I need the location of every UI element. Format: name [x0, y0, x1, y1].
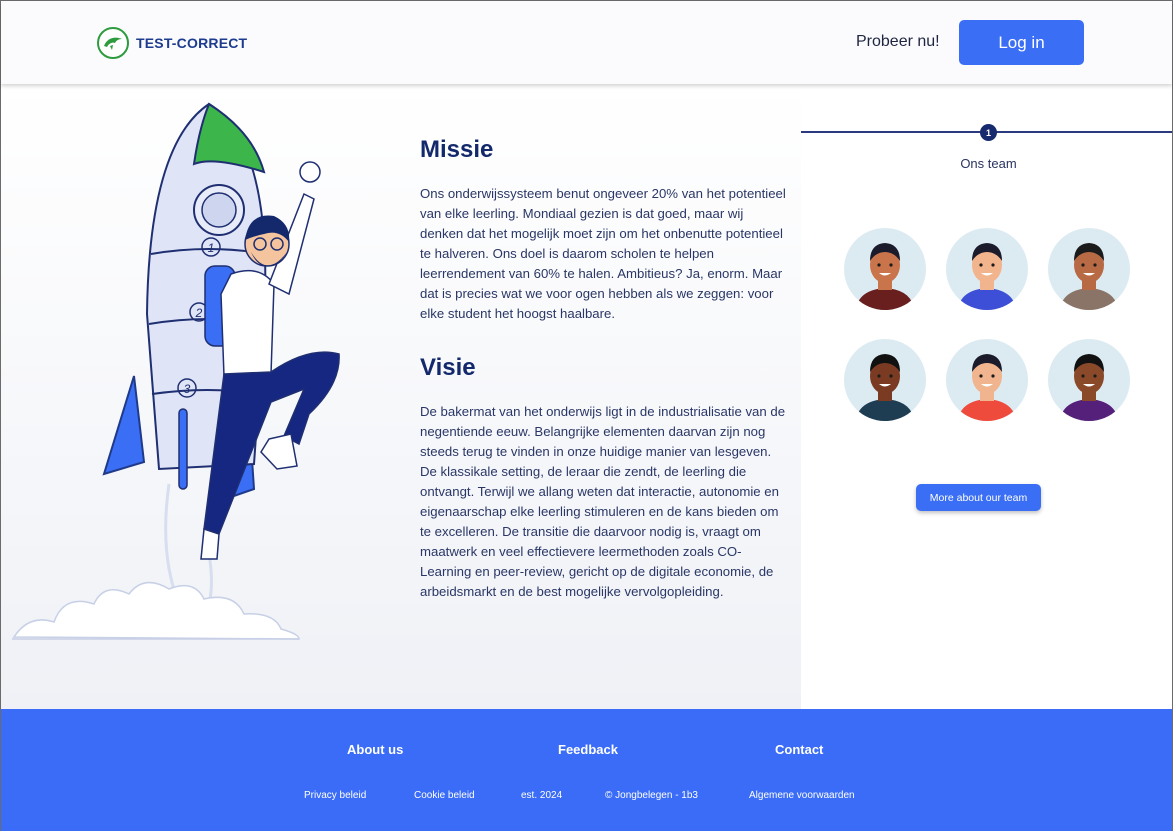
- dolphin-logo-icon: [97, 27, 129, 59]
- mission-text: Ons onderwijssysteem benut ongeveer 20% …: [420, 186, 786, 321]
- team-avatar[interactable]: [844, 228, 926, 310]
- vision-text: De bakermat van het onderwijs ligt in de…: [420, 404, 786, 599]
- footer-about-us[interactable]: About us: [347, 742, 403, 757]
- more-about-team-button[interactable]: More about our team: [916, 484, 1041, 511]
- hero-section: 1 2 3 Missie Ons onderwijssysteem benut …: [1, 84, 801, 709]
- team-avatar[interactable]: [1048, 228, 1130, 310]
- step-indicator[interactable]: 1: [980, 124, 997, 141]
- footer: About us Feedback Contact Privacy beleid…: [1, 709, 1172, 831]
- logo[interactable]: TEST-CORRECT: [97, 27, 247, 59]
- team-title: Ons team: [960, 156, 1017, 171]
- team-avatar[interactable]: [946, 339, 1028, 421]
- copyright-text: © Jongbelegen - 1b3: [605, 790, 698, 801]
- footer-feedback[interactable]: Feedback: [558, 742, 618, 757]
- cookie-link[interactable]: Cookie beleid: [414, 790, 475, 801]
- privacy-link[interactable]: Privacy beleid: [304, 790, 366, 801]
- logo-text: TEST-CORRECT: [136, 35, 248, 51]
- rocket-step-3: 3: [184, 382, 191, 396]
- try-now-link[interactable]: Probeer nu!: [856, 33, 940, 51]
- mission-title: Missie: [420, 136, 494, 163]
- rocket-illustration: 1 2 3: [12, 102, 340, 640]
- mission-vision-text: Missie Ons onderwijssysteem benut ongeve…: [420, 136, 790, 602]
- team-avatar[interactable]: [946, 228, 1028, 310]
- footer-contact[interactable]: Contact: [775, 742, 823, 757]
- top-navbar: TEST-CORRECT Probeer nu! Log in: [1, 1, 1172, 84]
- team-avatar[interactable]: [844, 339, 926, 421]
- vision-title: Visie: [420, 354, 476, 381]
- login-button[interactable]: Log in: [959, 20, 1084, 65]
- rocket-step-2: 2: [195, 306, 203, 320]
- team-section: 1 Ons team More about our team: [801, 84, 1172, 709]
- rocket-step-1: 1: [208, 241, 215, 255]
- terms-link[interactable]: Algemene voorwaarden: [749, 790, 855, 801]
- team-avatar[interactable]: [1048, 339, 1130, 421]
- established-text: est. 2024: [521, 790, 563, 801]
